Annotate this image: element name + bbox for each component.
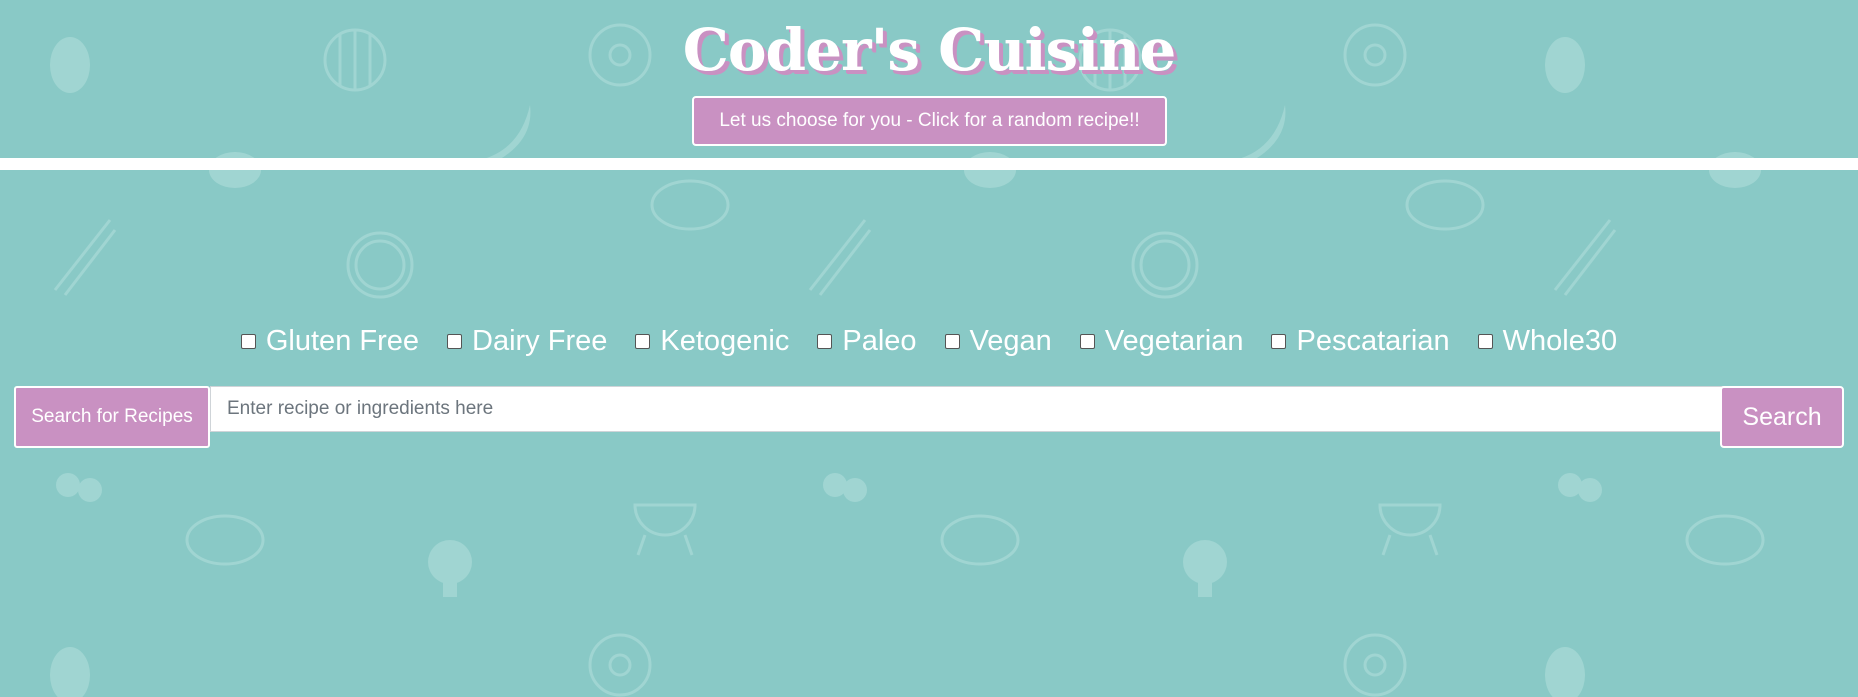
- donut-icon: [1343, 633, 1407, 697]
- site-header: Coder's Cuisine Let us choose for you - …: [0, 0, 1858, 158]
- search-label: Search for Recipes: [14, 386, 210, 448]
- filter-label: Gluten Free: [265, 324, 420, 357]
- filter-vegetarian[interactable]: Vegetarian: [1079, 324, 1244, 358]
- donut-icon: [588, 633, 652, 697]
- filter-whole30[interactable]: Whole30: [1477, 324, 1618, 358]
- checkbox[interactable]: [944, 333, 960, 349]
- search-bar: Search for Recipes Search: [14, 386, 1844, 448]
- steak-icon: [650, 179, 1485, 231]
- filter-label: Vegetarian: [1104, 324, 1244, 357]
- filter-label: Ketogenic: [660, 324, 790, 357]
- filter-pescatarian[interactable]: Pescatarian: [1271, 324, 1450, 358]
- cherry-icon: [56, 473, 1602, 502]
- search-button[interactable]: Search: [1720, 386, 1844, 448]
- site-title: Coder's Cuisine: [682, 16, 1177, 84]
- search-input[interactable]: [210, 386, 1734, 432]
- filter-label: Dairy Free: [472, 324, 608, 357]
- filter-label: Pescatarian: [1296, 324, 1450, 357]
- page: Coder's Cuisine Let us choose for you - …: [0, 0, 1858, 697]
- lemon-icon: [346, 231, 414, 299]
- checkbox[interactable]: [1477, 333, 1493, 349]
- filter-paleo[interactable]: Paleo: [817, 324, 917, 358]
- filter-label: Vegan: [969, 324, 1052, 357]
- checkbox[interactable]: [635, 333, 651, 349]
- header-divider: [0, 158, 1858, 170]
- steak-icon: [185, 514, 1765, 566]
- checkbox[interactable]: [817, 333, 833, 349]
- grill-icon: [1378, 503, 1442, 556]
- filter-vegan[interactable]: Vegan: [944, 324, 1052, 358]
- asparagus-icon: [53, 219, 1617, 296]
- checkbox[interactable]: [1079, 333, 1095, 349]
- broccoli-icon: [428, 540, 1227, 597]
- grill-icon: [633, 503, 697, 556]
- diet-filter-list: Gluten Free Dairy Free Ketogenic Paleo V…: [0, 318, 1858, 364]
- filter-dairy-free[interactable]: Dairy Free: [447, 325, 607, 358]
- filter-gluten-free[interactable]: Gluten Free: [240, 324, 420, 358]
- checkbox[interactable]: [240, 333, 256, 349]
- random-recipe-button[interactable]: Let us choose for you - Click for a rand…: [692, 96, 1167, 146]
- filter-ketogenic[interactable]: Ketogenic: [635, 325, 789, 358]
- checkbox[interactable]: [1271, 333, 1287, 349]
- filter-label: Paleo: [842, 324, 917, 357]
- filter-label: Whole30: [1502, 324, 1618, 357]
- checkbox[interactable]: [447, 333, 463, 349]
- lemon-icon: [1131, 231, 1199, 299]
